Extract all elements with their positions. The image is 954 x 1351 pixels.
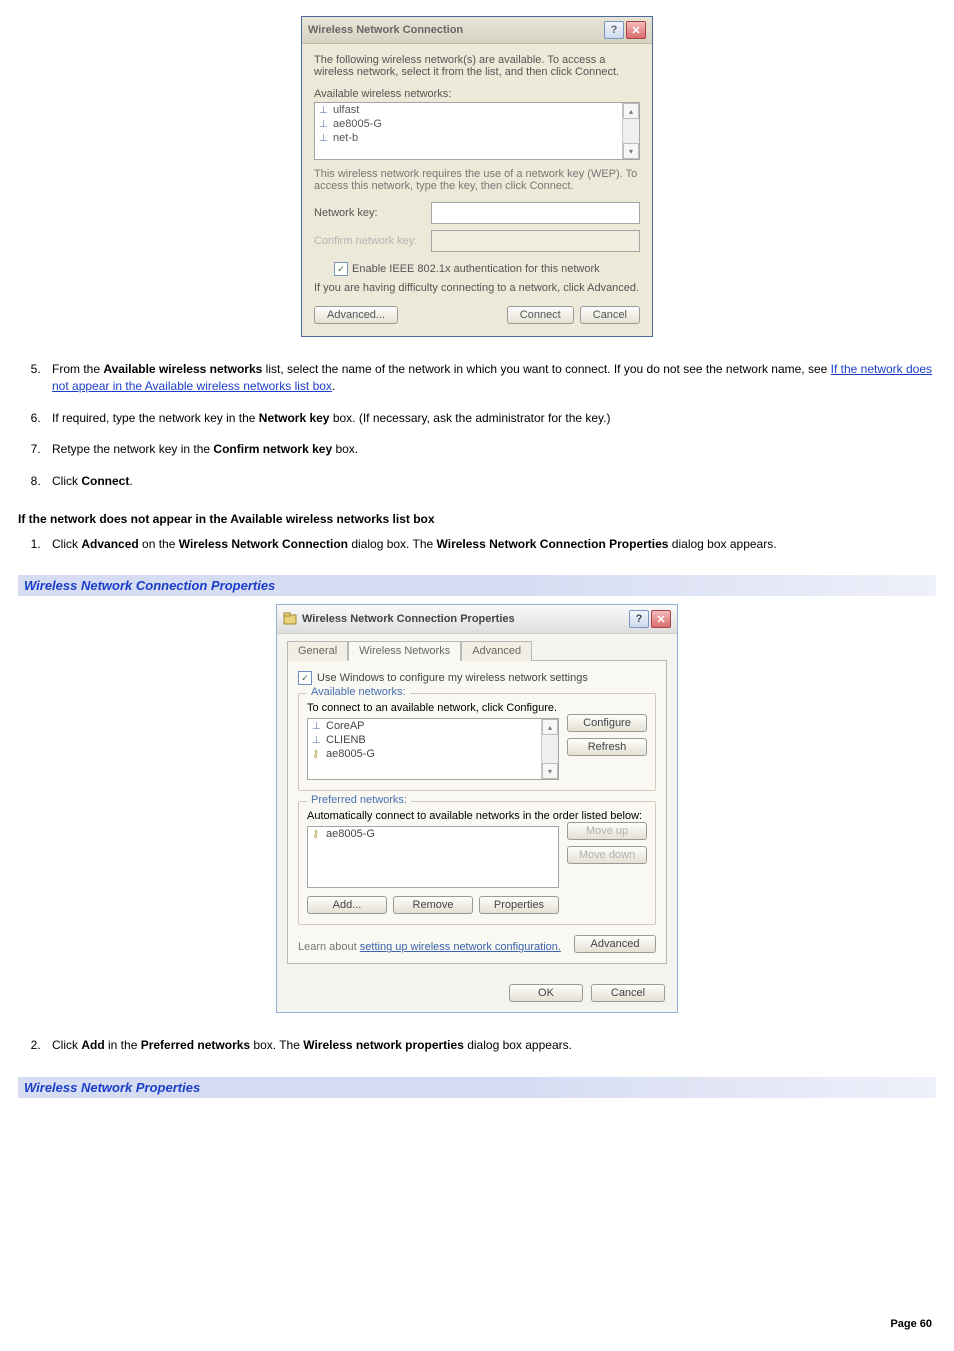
tab-wireless-networks[interactable]: Wireless Networks	[348, 641, 461, 661]
tab-advanced[interactable]: Advanced	[461, 641, 532, 661]
close-icon[interactable]: ✕	[651, 610, 671, 628]
wireless-properties-dialog: Wireless Network Connection Properties ?…	[276, 604, 678, 1013]
add-button[interactable]: Add...	[307, 896, 387, 914]
network-key-input[interactable]	[431, 202, 640, 224]
antenna-icon: ⊥	[319, 119, 329, 130]
step-2-1: Click Advanced on the Wireless Network C…	[44, 536, 936, 553]
list-item: ⊥CoreAP	[308, 719, 558, 733]
available-networks-listbox[interactable]: ⊥CoreAP ⊥CLIENB ⚷ae8005-G ▴▾	[307, 718, 559, 780]
help-icon[interactable]: ?	[629, 610, 649, 628]
lock-icon: ⚷	[312, 829, 322, 840]
connect-button[interactable]: Connect	[507, 306, 574, 324]
move-up-button: Move up	[567, 822, 647, 840]
instruction-steps-2: Click Advanced on the Wireless Network C…	[18, 536, 936, 553]
antenna-icon: ⊥	[319, 133, 329, 144]
figure-caption-2: Wireless Network Properties	[18, 1077, 936, 1098]
refresh-button[interactable]: Refresh	[567, 738, 647, 756]
confirm-key-label: Confirm network key:	[314, 235, 423, 247]
preferred-networks-help: Automatically connect to available netwo…	[307, 810, 647, 822]
dialog1-intro: The following wireless network(s) are av…	[314, 54, 640, 78]
instruction-steps-3: Click Add in the Preferred networks box.…	[18, 1037, 936, 1054]
wep-text: This wireless network requires the use o…	[314, 168, 640, 192]
scrollbar[interactable]: ▴▾	[622, 103, 639, 159]
scrollbar[interactable]: ▴▾	[541, 719, 558, 779]
properties-button[interactable]: Properties	[479, 896, 559, 914]
page-number: Page 60	[18, 1318, 932, 1330]
ieee-8021x-checkbox[interactable]: ✓ Enable IEEE 802.1x authentication for …	[334, 262, 640, 276]
list-item: ⚷ae8005-G	[308, 747, 558, 761]
dialog1-title: Wireless Network Connection	[308, 24, 463, 36]
antenna-icon: ⊥	[312, 721, 322, 732]
remove-button[interactable]: Remove	[393, 896, 473, 914]
dialog1-list-label: Available wireless networks:	[314, 88, 640, 100]
close-icon[interactable]: ✕	[626, 21, 646, 39]
help-icon[interactable]: ?	[604, 21, 624, 39]
preferred-networks-listbox[interactable]: ⚷ae8005-G	[307, 826, 559, 888]
cancel-button[interactable]: Cancel	[591, 984, 665, 1002]
wireless-connection-dialog: Wireless Network Connection ? ✕ The foll…	[301, 16, 653, 337]
difficulty-text: If you are having difficulty connecting …	[314, 282, 640, 294]
use-windows-checkbox[interactable]: ✓ Use Windows to configure my wireless n…	[298, 671, 656, 685]
cancel-button[interactable]: Cancel	[580, 306, 640, 324]
network-key-label: Network key:	[314, 207, 423, 219]
checkbox-icon: ✓	[298, 671, 312, 685]
available-networks-listbox[interactable]: ⊥ulfast ⊥ae8005-G ⊥net-b ▴▾	[314, 102, 640, 160]
checkbox-icon: ✓	[334, 262, 348, 276]
available-networks-legend: Available networks:	[307, 686, 410, 698]
move-down-button: Move down	[567, 846, 647, 864]
step-6: If required, type the network key in the…	[44, 410, 936, 427]
available-networks-help: To connect to an available network, clic…	[307, 702, 647, 714]
list-item: ⚷ae8005-G	[308, 827, 558, 841]
figure-caption-1: Wireless Network Connection Properties	[18, 575, 936, 596]
ok-button[interactable]: OK	[509, 984, 583, 1002]
window-icon	[283, 612, 297, 626]
tab-general[interactable]: General	[287, 641, 348, 661]
step-3-2: Click Add in the Preferred networks box.…	[44, 1037, 936, 1054]
step-7: Retype the network key in the Confirm ne…	[44, 441, 936, 458]
step-8: Click Connect.	[44, 473, 936, 490]
antenna-icon: ⊥	[319, 105, 329, 116]
instruction-steps: From the Available wireless networks lis…	[18, 361, 936, 490]
preferred-networks-legend: Preferred networks:	[307, 794, 411, 806]
learn-about-link[interactable]: setting up wireless network configuratio…	[360, 941, 561, 953]
configure-button[interactable]: Configure	[567, 714, 647, 732]
list-item: ⊥CLIENB	[308, 733, 558, 747]
confirm-key-input	[431, 230, 640, 252]
lock-icon: ⚷	[312, 749, 322, 760]
antenna-icon: ⊥	[312, 735, 322, 746]
dialog2-title: Wireless Network Connection Properties	[302, 613, 515, 625]
step-5: From the Available wireless networks lis…	[44, 361, 936, 396]
advanced-button[interactable]: Advanced...	[314, 306, 398, 324]
list-item: ⊥net-b	[315, 131, 639, 145]
subsection-heading: If the network does not appear in the Av…	[18, 512, 936, 526]
list-item: ⊥ulfast	[315, 103, 639, 117]
advanced-button[interactable]: Advanced	[574, 935, 656, 953]
list-item: ⊥ae8005-G	[315, 117, 639, 131]
